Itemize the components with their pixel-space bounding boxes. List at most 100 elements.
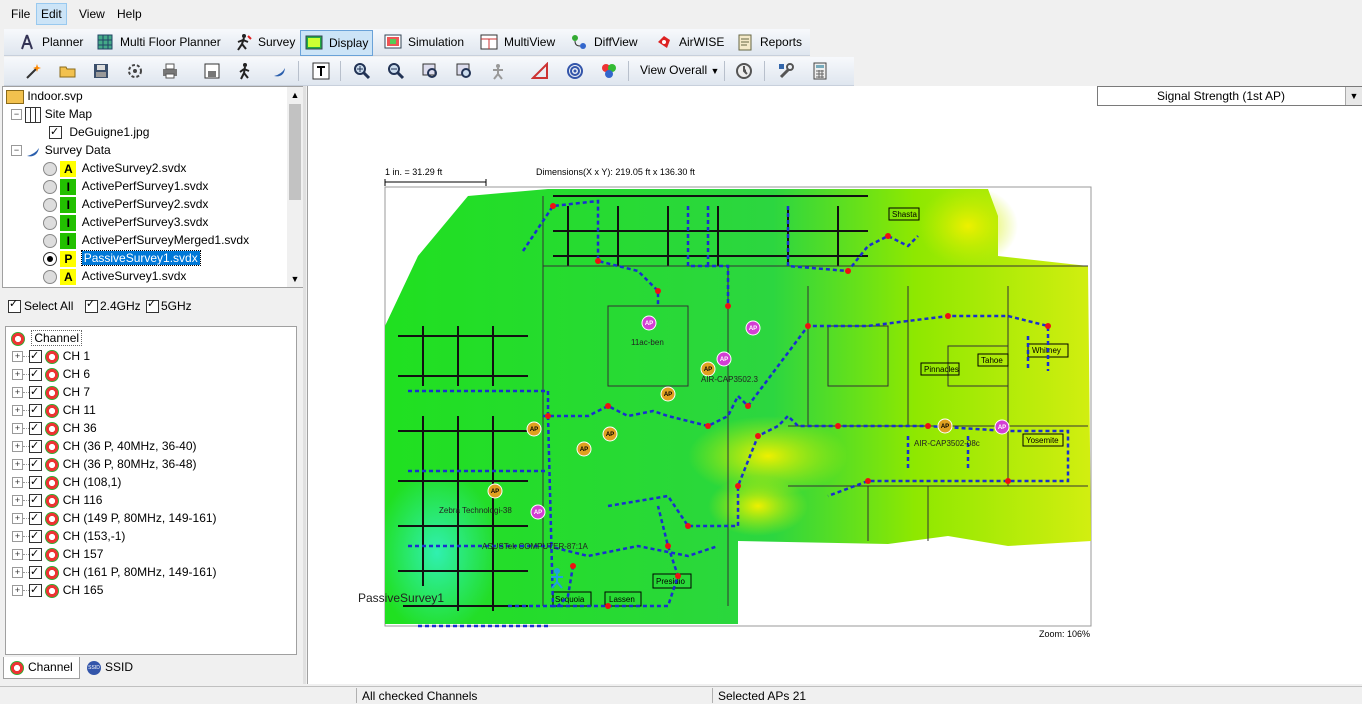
channel-item[interactable]: + CH (36 P, 40MHz, 36-40) [12,437,197,455]
mode-planner-button[interactable]: Planner [14,30,87,54]
expand-icon[interactable]: + [12,585,23,597]
expand-icon[interactable]: + [12,531,23,543]
channel-checkbox[interactable] [29,545,42,563]
map-canvas[interactable]: 1 in. = 31.29 ft Dimensions(X x Y): 219.… [307,86,1362,684]
calculator-icon[interactable] [811,62,829,80]
survey-radio[interactable] [43,197,57,212]
select-all-checkbox[interactable] [8,297,21,313]
signal-rings-icon[interactable] [566,62,584,80]
scroll-thumb[interactable] [289,104,301,200]
zoom-area-icon[interactable] [421,62,439,80]
channel-checkbox[interactable] [29,383,42,401]
survey-item[interactable]: I ActivePerfSurvey2.svdx [43,195,208,213]
tree-site-map[interactable]: − Site Map [11,105,92,123]
mode-airwise-button[interactable]: AirWISE [651,30,728,54]
channel-item[interactable]: + CH 6 [12,365,90,383]
band-24-checkbox[interactable] [85,297,98,313]
color-palette-icon[interactable] [600,62,618,80]
access-point-icon[interactable]: AP [487,483,503,499]
channel-item[interactable]: + CH (149 P, 80MHz, 149-161) [12,509,217,527]
menu-file[interactable]: File [7,6,34,22]
channel-checkbox[interactable] [29,473,42,491]
moon-icon[interactable] [270,62,288,80]
survey-item[interactable]: I ActivePerfSurvey3.svdx [43,213,208,231]
print-icon[interactable] [161,62,179,80]
access-point-icon[interactable]: AP [526,421,542,437]
open-folder-icon[interactable] [59,62,77,80]
survey-radio[interactable] [43,161,57,176]
expand-icon[interactable]: + [12,369,23,381]
channel-checkbox[interactable] [29,509,42,527]
channel-item[interactable]: + CH 11 [12,401,96,419]
pan-icon[interactable] [489,62,507,80]
survey-item-selected[interactable]: P PassiveSurvey1.svdx [43,249,201,267]
mode-simulation-button[interactable]: Simulation [380,30,468,54]
access-point-icon[interactable]: AP [602,426,618,442]
band-5-checkbox[interactable] [146,297,159,313]
channel-checkbox[interactable] [29,347,42,365]
access-point-icon[interactable]: AP [576,441,592,457]
collapse-icon[interactable]: − [11,109,22,121]
channel-item[interactable]: + CH (153,-1) [12,527,125,545]
mode-display-button[interactable]: Display [300,30,374,56]
survey-radio[interactable] [43,215,57,230]
mode-multi-floor-button[interactable]: Multi Floor Planner [92,30,225,54]
expand-icon[interactable]: + [12,387,23,399]
zoom-fit-icon[interactable] [455,62,473,80]
survey-radio[interactable] [43,233,57,248]
channel-item[interactable]: + CH (108,1) [12,473,121,491]
tree-survey-data[interactable]: − Survey Data [11,141,111,159]
channel-checkbox[interactable] [29,527,42,545]
tree-root[interactable]: Indoor.svp [6,87,83,105]
scroll-down-icon[interactable]: ▼ [287,271,303,287]
settings-icon[interactable] [126,62,144,80]
channel-checkbox[interactable] [29,437,42,455]
menu-help[interactable]: Help [113,6,146,22]
mode-reports-button[interactable]: Reports [732,30,806,54]
survey-item[interactable]: I ActivePerfSurveyMerged1.svdx [43,231,249,249]
expand-icon[interactable]: + [12,459,23,471]
channel-item[interactable]: + CH 36 [12,419,97,437]
survey-radio[interactable] [43,269,57,284]
expand-icon[interactable]: + [12,549,23,561]
channel-checkbox[interactable] [29,491,42,509]
access-point-icon[interactable]: AP [716,351,732,367]
tree-site-map-file[interactable]: DeGuigne1.jpg [49,123,149,141]
channel-item[interactable]: + CH (36 P, 80MHz, 36-48) [12,455,197,473]
channel-checkbox[interactable] [29,563,42,581]
walker-icon[interactable] [236,62,254,80]
zoom-in-icon[interactable] [353,62,371,80]
mode-survey-button[interactable]: Survey [230,30,299,54]
channel-item[interactable]: + CH 165 [12,581,103,599]
survey-item[interactable]: A ActiveSurvey2.svdx [43,159,186,177]
survey-radio[interactable] [43,179,57,194]
menu-view[interactable]: View [75,6,109,22]
channel-checkbox[interactable] [29,455,42,473]
menu-edit[interactable]: Edit [36,3,67,25]
wand-icon[interactable] [24,62,42,80]
expand-icon[interactable]: + [12,477,23,489]
access-point-icon[interactable]: AP [700,361,716,377]
expand-icon[interactable]: + [12,513,23,525]
access-point-icon[interactable]: AP [745,320,761,336]
view-overall-dropdown[interactable]: View Overall ▼ [640,63,719,77]
access-point-icon[interactable]: AP [937,418,953,434]
expand-icon[interactable]: + [12,567,23,579]
survey-item[interactable]: A ActiveSurvey1.svdx [43,267,186,285]
channel-item[interactable]: + CH 1 [12,347,90,365]
channel-item[interactable]: + CH 7 [12,383,90,401]
channel-checkbox[interactable] [29,581,42,599]
expand-icon[interactable]: + [12,423,23,435]
channel-item[interactable]: + CH 116 [12,491,102,509]
panel-splitter[interactable] [303,86,306,684]
expand-icon[interactable]: + [12,405,23,417]
save-view-icon[interactable] [203,62,221,80]
scroll-up-icon[interactable]: ▲ [287,87,303,103]
tab-ssid[interactable]: SSID SSID [81,657,139,678]
expand-icon[interactable]: + [12,441,23,453]
zoom-out-icon[interactable] [387,62,405,80]
expand-icon[interactable]: + [12,495,23,507]
text-tool-icon[interactable] [312,62,330,80]
channel-checkbox[interactable] [29,365,42,383]
access-point-icon[interactable]: AP [530,504,546,520]
